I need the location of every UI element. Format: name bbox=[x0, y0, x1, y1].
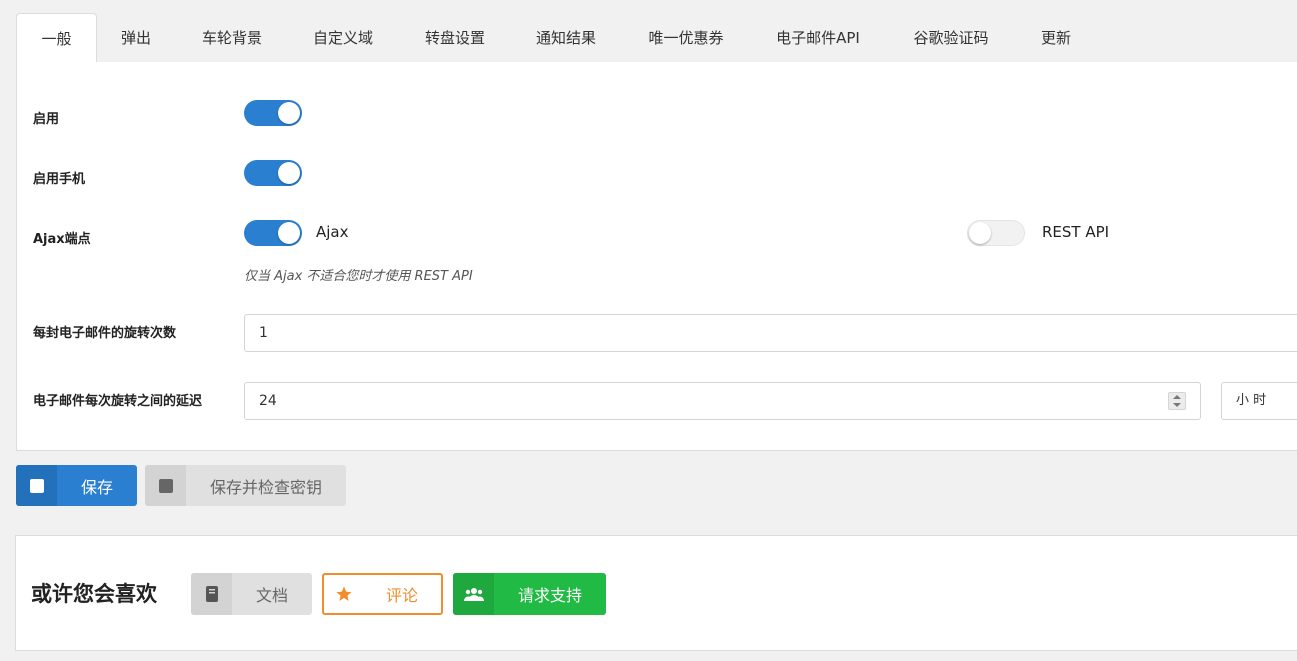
save-button[interactable]: 保存 bbox=[16, 465, 137, 506]
tab-general[interactable]: 一般 bbox=[16, 13, 97, 63]
tab-wheel-background[interactable]: 车轮背景 bbox=[186, 13, 278, 61]
tab-recaptcha[interactable]: 谷歌验证码 bbox=[896, 13, 1006, 61]
spin-delay-input[interactable]: 24 bbox=[244, 382, 1201, 420]
toggle-knob bbox=[969, 222, 991, 244]
tab-wheel-settings[interactable]: 转盘设置 bbox=[409, 13, 501, 61]
star-icon bbox=[324, 575, 363, 613]
ajax-toggle[interactable] bbox=[244, 220, 302, 246]
save-icon bbox=[145, 465, 186, 506]
users-icon bbox=[453, 573, 494, 615]
toggle-knob bbox=[278, 162, 300, 184]
general-settings-panel: 启用 启用手机 Ajax端点 Ajax REST API 仅当 Ajax 不适合… bbox=[16, 62, 1297, 451]
request-support-button[interactable]: 请求支持 bbox=[453, 573, 606, 615]
you-may-like-title: 或许您会喜欢 bbox=[31, 582, 157, 606]
enable-toggle[interactable] bbox=[244, 100, 302, 126]
save-check-key-label: 保存并检查密钥 bbox=[209, 477, 322, 497]
spin-delay-label: 电子邮件每次旋转之间的延迟 bbox=[33, 394, 203, 409]
spins-per-email-label: 每封电子邮件的旋转次数 bbox=[33, 326, 177, 341]
review-button-label: 评论 bbox=[385, 586, 418, 605]
ajax-endpoint-label: Ajax端点 bbox=[33, 232, 91, 247]
review-button[interactable]: 评论 bbox=[322, 573, 443, 615]
save-check-key-button[interactable]: 保存并检查密钥 bbox=[145, 465, 346, 506]
tab-notification-result[interactable]: 通知结果 bbox=[520, 13, 612, 61]
save-button-label: 保存 bbox=[80, 477, 113, 497]
ajax-endpoint-hint: 仅当 Ajax 不适合您时才使用 REST API bbox=[244, 269, 473, 284]
enable-mobile-toggle[interactable] bbox=[244, 160, 302, 186]
rest-api-option-label: REST API bbox=[1042, 223, 1110, 241]
save-icon bbox=[16, 465, 57, 506]
you-may-like-card: 或许您会喜欢 文档 评论 请求支持 bbox=[15, 535, 1297, 651]
tab-popup[interactable]: 弹出 bbox=[104, 13, 168, 61]
tab-custom-fields[interactable]: 自定义域 bbox=[297, 13, 389, 61]
book-icon bbox=[191, 573, 232, 615]
toggle-knob bbox=[278, 102, 300, 124]
tab-unique-coupon[interactable]: 唯一优惠券 bbox=[632, 13, 740, 61]
enable-mobile-label: 启用手机 bbox=[33, 172, 86, 187]
request-support-label: 请求支持 bbox=[517, 586, 582, 605]
spin-delay-value: 24 bbox=[259, 393, 277, 409]
docs-button[interactable]: 文档 bbox=[191, 573, 312, 615]
rest-api-toggle[interactable] bbox=[967, 220, 1025, 246]
enable-label: 启用 bbox=[33, 112, 60, 127]
delay-unit-select[interactable]: 小 时 bbox=[1221, 382, 1297, 420]
spins-per-email-input[interactable]: 1 bbox=[244, 314, 1297, 352]
tab-email-api[interactable]: 电子邮件API bbox=[760, 13, 876, 61]
toggle-knob bbox=[278, 222, 300, 244]
settings-tabs: 一般 弹出 车轮背景 自定义域 转盘设置 通知结果 唯一优惠券 电子邮件API … bbox=[16, 13, 1297, 63]
docs-button-label: 文档 bbox=[255, 586, 288, 605]
tab-update[interactable]: 更新 bbox=[1026, 13, 1086, 61]
ajax-option-label: Ajax bbox=[316, 223, 349, 241]
number-spinner-icon[interactable] bbox=[1168, 392, 1186, 410]
